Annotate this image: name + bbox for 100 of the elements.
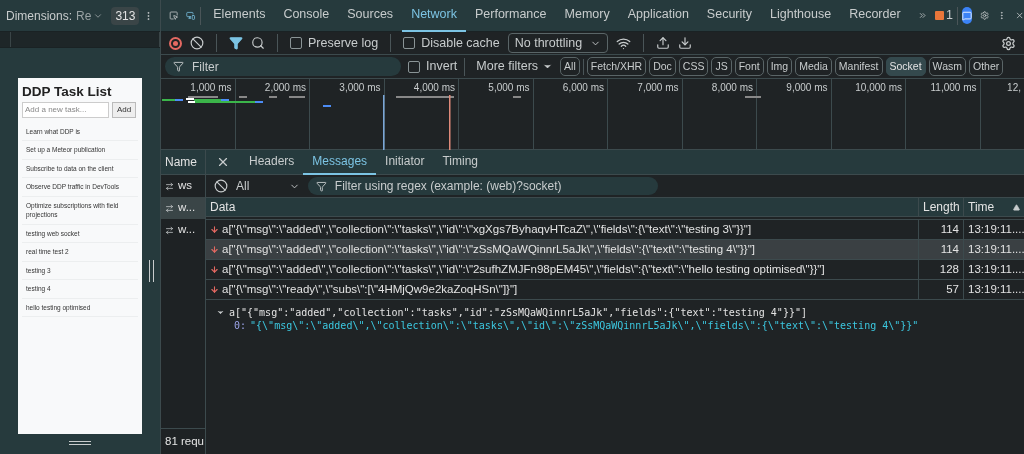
- panel-tab[interactable]: Memory: [555, 0, 619, 32]
- message-length: 128: [919, 260, 964, 279]
- timeline-tick-label: 3,000 ms: [339, 81, 382, 95]
- panel-tab[interactable]: Console: [274, 0, 339, 32]
- expand-caret-icon[interactable]: [216, 308, 225, 317]
- detail-tab[interactable]: Timing: [433, 149, 487, 175]
- message-time: 13:19:11....: [967, 221, 1024, 237]
- panel-tab[interactable]: Sources: [338, 0, 403, 32]
- detail-tab[interactable]: Initiator: [376, 149, 434, 175]
- message-data: a["{\"msg\":\"added\",\"collection\":\"tasks\",\"id\":\"2sufhZMJFn98pEM45\",\"fields\":{\"text\":\"hello testing optimised\"}}"]: [222, 261, 825, 277]
- message-type-dropdown[interactable]: All: [236, 177, 300, 195]
- timeline-tick-label: 2,000 ms: [264, 81, 307, 95]
- type-filter-chip[interactable]: Manifest: [834, 57, 883, 76]
- splitter-handle-icon[interactable]: [148, 260, 154, 282]
- message-data: a["{\"msg\":\"added\",\"collection\":\"tasks\",\"id\":\"zSsMQaWQinnrL5aJk\",\"fields\":{\"text\":\"testing 4\"}}"]: [222, 241, 755, 257]
- request-row[interactable]: w...: [161, 197, 205, 219]
- warning-icon: [934, 11, 944, 20]
- width-field[interactable]: 313: [111, 6, 140, 25]
- preserve-log-checkbox[interactable]: Preserve log: [290, 33, 379, 53]
- timeline-tick-label: 7,000 ms: [637, 81, 680, 95]
- type-filter-chip[interactable]: Media: [795, 57, 832, 76]
- record-icon[interactable]: [169, 36, 182, 50]
- panel-tab[interactable]: Network: [402, 0, 466, 32]
- length-column-header[interactable]: Length: [919, 198, 964, 216]
- filter-icon: [173, 61, 184, 72]
- ai-assistant-icon[interactable]: [961, 7, 973, 24]
- throttling-dropdown[interactable]: No throttling: [507, 33, 608, 53]
- type-filter-chip[interactable]: CSS: [678, 57, 709, 76]
- inspect-icon[interactable]: [169, 8, 179, 23]
- type-filter-chip[interactable]: Other: [968, 57, 1004, 76]
- request-row[interactable]: w...: [161, 219, 205, 241]
- settings-icon[interactable]: [1001, 35, 1016, 51]
- filter-icon[interactable]: [229, 36, 243, 50]
- time-column-header[interactable]: Time: [964, 198, 1024, 216]
- clear-icon[interactable]: [214, 179, 228, 193]
- filter-icon: [316, 180, 327, 192]
- message-row[interactable]: a["{\"msg\":\"ready\",\"subs\":[\"4HMjQw9e2kaZoqHSn\"]}"] 57 13:19:11....: [206, 280, 1024, 300]
- message-row[interactable]: a["{\"msg\":\"added\",\"collection\":\"tasks\",\"id\":\"zSsMQaWQinnrL5aJk\",\"fields\":{\"text\":\"testing 4\"}}"] 114 13:19:11....: [206, 240, 1024, 260]
- timeline-tick-label: 6,000 ms: [562, 81, 605, 95]
- type-filter-chip[interactable]: Doc: [649, 57, 676, 76]
- message-time: 13:19:11....: [967, 281, 1024, 297]
- type-filter-chip[interactable]: All: [560, 57, 580, 76]
- resize-handle-icon[interactable]: [69, 441, 91, 445]
- message-length: 114: [919, 240, 964, 259]
- dimensions-label: Dimensions:: [6, 7, 73, 25]
- received-arrow-icon: [210, 265, 219, 274]
- add-button[interactable]: Add: [112, 101, 136, 118]
- received-arrow-icon: [210, 225, 219, 234]
- panel-tab[interactable]: Performance: [465, 0, 556, 32]
- received-arrow-icon: [210, 285, 219, 294]
- timeline-tick-label: 4,000 ms: [413, 81, 456, 95]
- disable-cache-checkbox[interactable]: Disable cache: [403, 33, 500, 53]
- request-count: 81 requ: [161, 428, 205, 454]
- download-icon[interactable]: [677, 36, 692, 50]
- search-icon[interactable]: [251, 36, 265, 50]
- device-dropdown[interactable]: Re: [76, 6, 104, 25]
- type-filter-chip[interactable]: Font: [734, 57, 764, 76]
- panel-tab[interactable]: Application: [618, 0, 698, 32]
- preview-summary: a["{"msg":"added","collection":"tasks","id":"zSsMQaWQinnrL5aJk","fields":{"text":"testing 4"}}"]: [229, 306, 807, 319]
- panel-tab[interactable]: Elements: [204, 0, 275, 32]
- preview-value: "{\"msg\":\"added\",\"collection\":\"tasks\",\"id\":\"zSsMQaWQinnrL5aJk\",\"fields\":{\"text\":\"testing 4\"}}": [250, 319, 919, 332]
- message-time: 13:19:11....: [967, 261, 1024, 277]
- close-icon[interactable]: [216, 155, 230, 169]
- request-row[interactable]: ws: [161, 175, 205, 197]
- detail-tab[interactable]: Headers: [240, 149, 304, 175]
- timeline-tick-label: 1,000 ms: [190, 81, 233, 95]
- timeline-tick-label: 8,000 ms: [711, 81, 754, 95]
- issues-badge[interactable]: 1: [934, 6, 953, 25]
- network-conditions-icon[interactable]: [615, 35, 631, 51]
- message-length: 57: [919, 280, 964, 299]
- type-filter-chip[interactable]: Wasm: [928, 57, 966, 76]
- websocket-icon: [165, 181, 174, 191]
- sort-ascending-icon: [1013, 203, 1020, 211]
- settings-icon[interactable]: [980, 8, 990, 23]
- message-data: a["{\"msg\":\"ready\",\"subs\":[\"4HMjQw9e2kaZoqHSn\"]}"]: [222, 281, 518, 297]
- websocket-icon: [165, 225, 174, 235]
- invert-checkbox[interactable]: Invert: [408, 57, 458, 76]
- panel-tab[interactable]: Lighthouse: [761, 0, 841, 32]
- panel-tab[interactable]: Security: [697, 0, 761, 32]
- clear-icon[interactable]: [190, 36, 204, 50]
- message-row[interactable]: a["{\"msg\":\"added\",\"collection\":\"tasks\",\"id\":\"2sufhZMJFn98pEM45\",\"fields\":{\"text\":\"hello testing optimised\"}}"] 128 13:19:11....: [206, 260, 1024, 280]
- more-filters-dropdown[interactable]: More filters: [472, 57, 558, 76]
- websocket-icon: [165, 203, 174, 213]
- received-arrow-icon: [210, 245, 219, 254]
- filter-input[interactable]: Filter: [192, 57, 392, 76]
- message-length: 114: [919, 220, 964, 239]
- type-filter-chip[interactable]: JS: [711, 57, 732, 76]
- timeline-tick-label: 12,: [1007, 81, 1022, 95]
- filter-field[interactable]: Filter: [165, 57, 401, 76]
- type-filter-chip[interactable]: Img: [766, 57, 793, 76]
- detail-tab[interactable]: Messages: [303, 149, 377, 175]
- name-column-header[interactable]: Name: [161, 150, 205, 175]
- type-filter-chip[interactable]: Fetch/XHR: [586, 57, 647, 76]
- preview-index: 0:: [234, 319, 247, 332]
- task-input[interactable]: Add a new task...: [22, 101, 109, 118]
- upload-icon[interactable]: [655, 36, 670, 50]
- type-filter-chip[interactable]: Socket: [885, 57, 926, 76]
- data-column-header[interactable]: Data: [206, 198, 919, 216]
- panel-tab[interactable]: Recorder: [840, 0, 910, 32]
- message-time: 13:19:11....: [967, 241, 1024, 257]
